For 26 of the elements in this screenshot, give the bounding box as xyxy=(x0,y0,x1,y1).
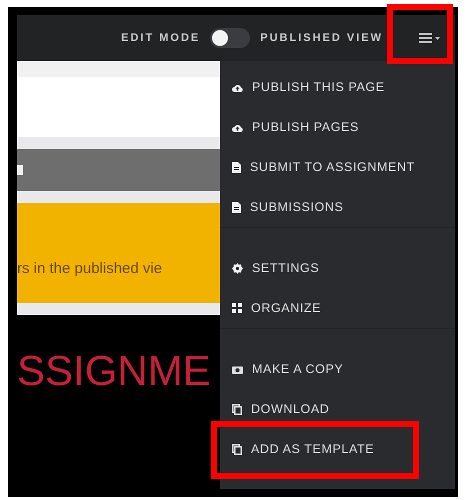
notice-text: rs in the published vie xyxy=(17,260,162,276)
menu-item[interactable]: SUBMISSIONS xyxy=(220,187,455,227)
camera-icon xyxy=(232,364,243,374)
menu-item[interactable]: ADD AS TEMPLATE xyxy=(220,429,455,469)
page-heading: SSIGNME xyxy=(17,347,211,395)
mode-toggle[interactable] xyxy=(210,28,250,48)
cloud-upload-icon xyxy=(232,82,243,92)
document-icon xyxy=(232,162,241,172)
edit-mode-label: EDIT MODE xyxy=(121,32,200,44)
document-icon xyxy=(232,202,241,212)
menu-item[interactable]: SETTINGS xyxy=(220,248,455,288)
highlight-box xyxy=(387,4,453,64)
copy-icon xyxy=(232,404,242,414)
menu-item[interactable]: PUBLISH PAGES xyxy=(220,107,455,147)
menu-item[interactable]: SUBMIT TO ASSIGNMENT xyxy=(220,147,455,187)
square-icon xyxy=(17,165,23,175)
published-view-label: PUBLISHED VIEW xyxy=(260,32,383,44)
menu-icon xyxy=(419,32,441,44)
menu-item[interactable]: DOWNLOAD xyxy=(220,389,455,429)
settings-icon xyxy=(232,262,243,274)
menu-item[interactable]: MAKE A COPY xyxy=(220,349,455,389)
menu-item[interactable]: PUBLISH THIS PAGE xyxy=(220,67,455,107)
menu-item[interactable]: ORGANIZE xyxy=(220,288,455,328)
copy-icon xyxy=(232,444,242,454)
grid-icon xyxy=(232,303,242,313)
cloud-upload-icon xyxy=(232,122,243,132)
